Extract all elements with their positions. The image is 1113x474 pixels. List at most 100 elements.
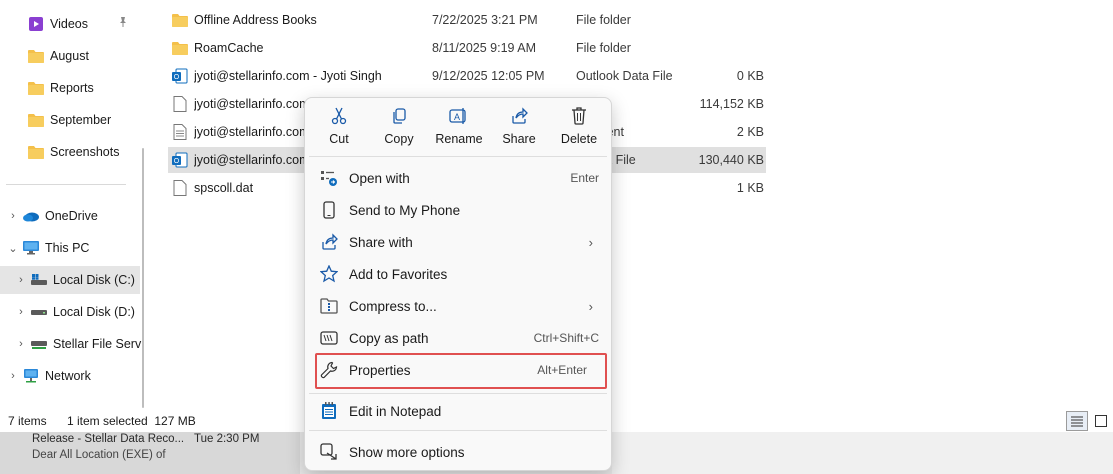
share-button[interactable]: Share xyxy=(489,106,549,156)
sidebar-item-this-pc[interactable]: ⌄ This PC xyxy=(0,234,148,262)
svg-text:O: O xyxy=(174,158,180,165)
menu-item-label: Show more options xyxy=(349,444,465,460)
list-item[interactable]: RoamCache 8/11/2025 9:19 AM File folder xyxy=(168,35,766,61)
sidebar-item-label: Reports xyxy=(50,81,94,95)
sidebar-item-videos[interactable]: Videos xyxy=(0,10,148,38)
rename-button[interactable]: A Rename xyxy=(429,106,489,156)
sidebar-item-screenshots[interactable]: Screenshots xyxy=(0,138,148,166)
file-name: Offline Address Books xyxy=(194,13,317,27)
chevron-right-icon[interactable]: › xyxy=(15,306,27,318)
properties-highlight-box xyxy=(315,353,607,389)
file-type: File folder xyxy=(576,41,631,55)
menu-item-share-with[interactable]: Share with › xyxy=(309,227,607,257)
sidebar-item-local-disk-d[interactable]: › Local Disk (D:) xyxy=(0,298,148,326)
shortcut-label: Ctrl+Shift+C xyxy=(533,331,599,345)
file-size: 114,152 KB xyxy=(699,97,764,111)
chevron-right-icon[interactable]: › xyxy=(7,210,19,222)
cut-label: Cut xyxy=(329,132,349,146)
menu-divider xyxy=(309,393,607,394)
star-icon xyxy=(319,264,339,284)
file-list: Offline Address Books 7/22/2025 3:21 PM … xyxy=(150,0,1113,410)
sidebar-item-september[interactable]: September xyxy=(0,106,148,134)
menu-item-label: Send to My Phone xyxy=(349,202,461,218)
menu-item-compress-to[interactable]: Compress to... › xyxy=(309,291,607,321)
sidebar-item-label: Local Disk (C:) xyxy=(53,273,135,287)
sidebar-item-label: September xyxy=(50,113,112,127)
chevron-right-icon: › xyxy=(588,234,593,250)
rename-icon: A xyxy=(449,106,469,126)
phone-icon xyxy=(319,200,339,220)
sidebar-item-label: Videos xyxy=(50,17,88,31)
sidebar-divider xyxy=(6,184,126,185)
drive-c-icon xyxy=(31,272,47,288)
chevron-down-icon[interactable]: ⌄ xyxy=(7,242,19,255)
network-drive-icon xyxy=(31,336,47,352)
delete-button[interactable]: Delete xyxy=(549,106,609,156)
copy-label: Copy xyxy=(384,132,414,146)
menu-item-edit-in-notepad[interactable]: Edit in Notepad xyxy=(309,396,607,426)
outlook-data-file-icon: O xyxy=(172,68,188,84)
file-icon xyxy=(172,180,188,196)
file-size: 1 KB xyxy=(736,181,764,195)
open-with-icon xyxy=(319,168,339,188)
folder-icon xyxy=(172,12,188,28)
delete-icon xyxy=(569,106,589,126)
folder-icon xyxy=(172,40,188,56)
email-list-item[interactable]: Release - Stellar Data Reco... Tue 2:30 … xyxy=(0,432,300,474)
videos-icon xyxy=(28,16,44,32)
sidebar-item-august[interactable]: August xyxy=(0,42,148,70)
menu-item-label: Open with xyxy=(349,170,410,186)
text-document-icon xyxy=(172,124,188,140)
sidebar-item-stellar-file-server[interactable]: › Stellar File Serv xyxy=(0,330,148,358)
cut-button[interactable]: Cut xyxy=(309,106,369,156)
menu-item-label: Edit in Notepad xyxy=(349,403,442,419)
chevron-right-icon[interactable]: › xyxy=(15,338,27,350)
chevron-right-icon[interactable]: › xyxy=(15,274,27,286)
onedrive-icon xyxy=(23,208,39,224)
sidebar-item-local-disk-c[interactable]: › Local Disk (C:) xyxy=(0,266,140,294)
outlook-data-file-icon: O xyxy=(172,152,188,168)
sidebar-item-label: OneDrive xyxy=(45,209,98,223)
sidebar-scrollbar[interactable] xyxy=(142,148,144,408)
details-view-button[interactable] xyxy=(1066,411,1088,431)
copy-icon xyxy=(389,106,409,126)
sidebar-item-reports[interactable]: Reports xyxy=(0,74,148,102)
chevron-right-icon[interactable]: › xyxy=(7,370,19,382)
selection-info: 1 item selected 127 MB xyxy=(67,414,196,428)
menu-item-label: Share with xyxy=(349,234,413,250)
menu-item-show-more-options[interactable]: Show more options xyxy=(309,437,607,467)
sidebar-item-network[interactable]: › Network xyxy=(0,362,148,390)
sidebar-item-label: Stellar File Serv xyxy=(53,337,142,351)
quick-actions-bar: Cut Copy A Rename Share Delete xyxy=(305,98,611,156)
email-subject: Release - Stellar Data Reco... xyxy=(32,433,185,445)
folder-icon xyxy=(28,80,44,96)
copy-button[interactable]: Copy xyxy=(369,106,429,156)
pc-icon xyxy=(23,240,39,256)
context-menu: Cut Copy A Rename Share Delete Open with… xyxy=(304,97,612,471)
menu-divider xyxy=(309,156,607,157)
menu-item-send-to-phone[interactable]: Send to My Phone xyxy=(309,195,607,225)
shortcut-label: Enter xyxy=(570,171,599,185)
pin-icon xyxy=(118,17,130,29)
list-item[interactable]: O jyoti@stellarinfo.com - Jyoti Singh 9/… xyxy=(168,63,766,89)
cut-icon xyxy=(329,106,349,126)
menu-item-open-with[interactable]: Open with Enter xyxy=(309,163,607,193)
tiles-view-icon xyxy=(1095,415,1107,427)
file-name: jyoti@stellarinfo.com - Jyoti Singh xyxy=(194,69,382,83)
rename-label: Rename xyxy=(435,132,483,146)
menu-item-copy-as-path[interactable]: Copy as path Ctrl+Shift+C xyxy=(309,323,607,353)
file-size: 0 KB xyxy=(736,69,764,83)
file-size: 2 KB xyxy=(736,125,764,139)
email-preview: Dear All Location (EXE) of xyxy=(32,449,166,461)
sidebar-item-label: Network xyxy=(45,369,91,383)
share-label: Share xyxy=(502,132,536,146)
item-count: 7 items xyxy=(8,414,47,428)
menu-item-add-to-favorites[interactable]: Add to Favorites xyxy=(309,259,607,289)
tiles-view-button[interactable] xyxy=(1090,411,1112,431)
list-item[interactable]: Offline Address Books 7/22/2025 3:21 PM … xyxy=(168,7,766,33)
sidebar-item-onedrive[interactable]: › OneDrive xyxy=(0,202,148,230)
chevron-right-icon: › xyxy=(588,298,593,314)
sidebar-item-label: Screenshots xyxy=(50,145,120,159)
folder-icon xyxy=(28,48,44,64)
share-with-icon xyxy=(319,232,339,252)
